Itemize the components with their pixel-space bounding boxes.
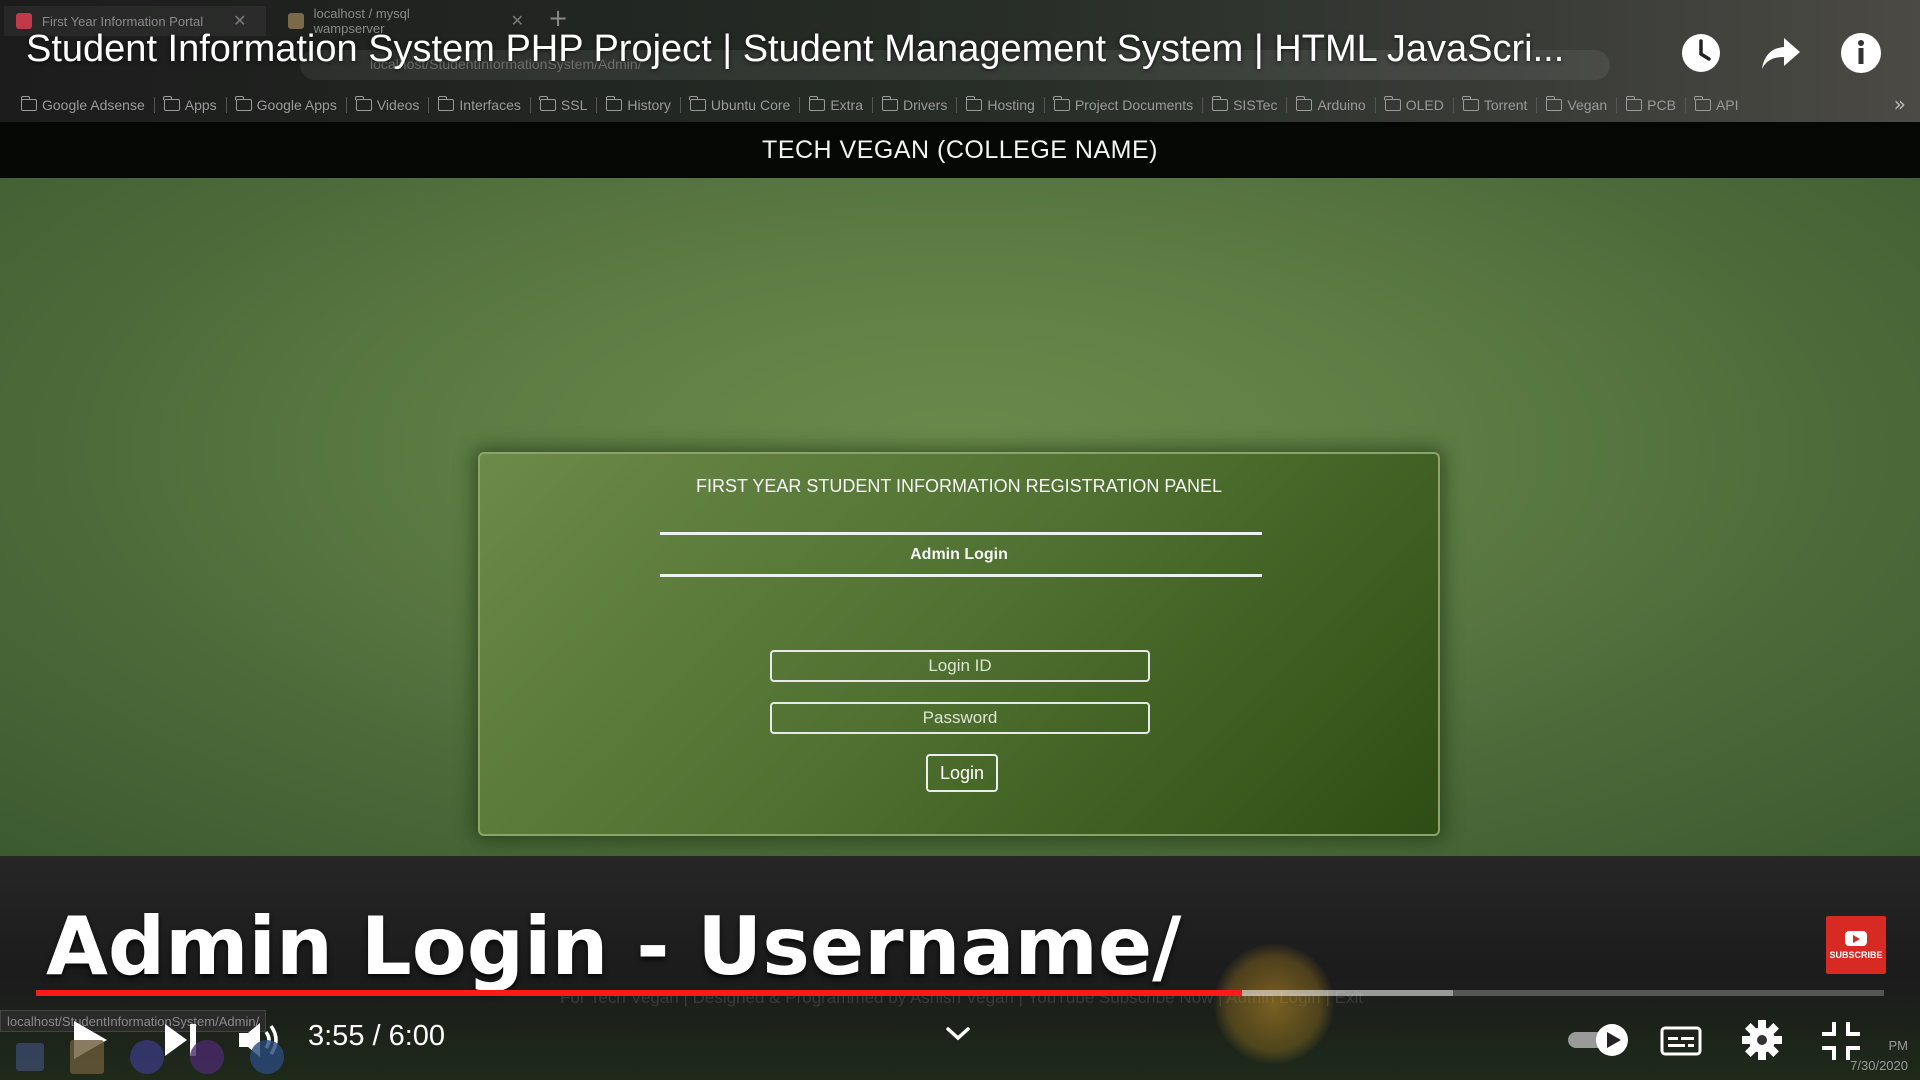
bookmark-label: Interfaces — [459, 97, 521, 113]
college-name: TECH VEGAN (COLLEGE NAME) — [762, 135, 1158, 164]
subtitles-icon[interactable] — [1660, 1026, 1702, 1056]
bookmark-label: Arduino — [1317, 97, 1366, 113]
bookmark-label: Drivers — [903, 97, 948, 113]
folder-icon — [1384, 96, 1401, 111]
tor-browser-icon — [190, 1040, 224, 1074]
bookmark-label: Hosting — [987, 97, 1035, 113]
folder-icon — [1211, 96, 1229, 111]
bookmark-item[interactable]: Vegan — [1537, 96, 1618, 113]
windows-start-icon — [16, 1043, 44, 1071]
bookmark-label: Google Adsense — [42, 97, 145, 113]
bookmark-label: History — [627, 97, 671, 113]
folder-icon — [437, 96, 455, 111]
panel-heading: FIRST YEAR STUDENT INFORMATION REGISTRAT… — [695, 476, 1223, 496]
folder-icon — [539, 96, 556, 111]
bookmark-label: OLED — [1405, 97, 1444, 113]
clock-time: PM — [1888, 1038, 1909, 1053]
bookmark-item[interactable]: Arduino — [1287, 96, 1376, 113]
share-icon[interactable] — [1758, 30, 1804, 76]
login-button[interactable]: Login — [926, 754, 998, 792]
bookmark-item[interactable]: Apps — [155, 96, 227, 113]
status-url: localhost/StudentInformationSystem/Admin… — [0, 1010, 267, 1032]
video-title[interactable]: Student Information System PHP Project |… — [26, 28, 1666, 80]
section-label: Admin Login — [910, 546, 1008, 563]
login-panel: FIRST YEAR STUDENT INFORMATION REGISTRAT… — [478, 452, 1440, 836]
bookmark-label: Project Documents — [1074, 97, 1194, 113]
progress-bar[interactable] — [36, 990, 1884, 996]
chevron-down-icon[interactable] — [944, 1024, 972, 1044]
bookmark-item[interactable]: History — [597, 96, 681, 113]
bookmark-label: Apps — [184, 97, 217, 113]
info-icon[interactable] — [1838, 30, 1884, 76]
bookmarks-overflow-icon[interactable]: » — [1894, 92, 1906, 116]
bookmark-item[interactable]: PCB — [1617, 96, 1686, 113]
subscribe-label: SUBSCRIBE — [1829, 949, 1883, 960]
tab-label: First Year Information Portal — [42, 13, 204, 29]
bookmark-item[interactable]: Drivers — [873, 96, 958, 113]
bookmark-item[interactable]: SISTec — [1203, 96, 1288, 113]
windows-taskbar — [0, 1034, 380, 1080]
autoplay-toggle[interactable] — [1566, 1022, 1630, 1058]
bookmark-label: SSL — [560, 97, 588, 113]
bookmark-item[interactable]: Hosting — [957, 96, 1045, 113]
bookmark-label: Google Apps — [256, 97, 337, 113]
bookmark-label: Vegan — [1567, 97, 1608, 113]
folder-icon — [605, 96, 623, 111]
folder-icon — [1295, 96, 1313, 111]
divider — [660, 532, 1262, 535]
bookmark-item[interactable]: API — [1686, 96, 1748, 113]
folder-icon — [1625, 96, 1643, 111]
bookmark-label: Extra — [830, 97, 863, 113]
video-caption: Admin Login - Username/ — [46, 900, 1182, 993]
bookmark-item[interactable]: Interfaces — [429, 96, 531, 113]
bookmark-item[interactable]: SSL — [531, 96, 598, 113]
password-input[interactable] — [770, 702, 1150, 734]
bookmark-label: Torrent — [1483, 97, 1528, 113]
bookmark-label: Ubuntu Core — [710, 97, 791, 113]
folder-icon — [163, 96, 180, 111]
bookmark-item[interactable]: Torrent — [1454, 96, 1538, 113]
folder-icon — [881, 96, 898, 111]
site-header: TECH VEGAN (COLLEGE NAME) — [0, 122, 1920, 178]
bookmark-item[interactable]: Google Apps — [227, 96, 347, 113]
bookmarks-bar: Google Adsense Apps Google Apps Videos Inter… — [0, 92, 1920, 118]
folder-icon — [1462, 96, 1479, 111]
firefox-icon — [130, 1040, 164, 1074]
bookmark-item[interactable]: Videos — [347, 96, 430, 113]
divider — [660, 574, 1262, 577]
folder-icon — [1694, 96, 1711, 111]
portal-favicon-icon — [16, 13, 32, 29]
login-id-input[interactable] — [770, 650, 1150, 682]
folder-icon — [20, 96, 37, 111]
bookmark-label: PCB — [1647, 97, 1676, 113]
bookmark-item[interactable]: Google Adsense — [12, 96, 155, 113]
cursor-highlight — [1214, 944, 1334, 1064]
folder-icon — [235, 96, 252, 111]
folder-icon — [965, 96, 983, 111]
folder-icon — [1053, 96, 1070, 111]
subscribe-button[interactable]: SUBSCRIBE — [1826, 916, 1886, 974]
folder-icon — [355, 96, 372, 111]
bookmark-item[interactable]: Extra — [800, 96, 873, 113]
gear-icon[interactable] — [1740, 1018, 1784, 1062]
bookmark-item[interactable]: Project Documents — [1045, 96, 1204, 113]
folder-icon — [808, 96, 826, 111]
folder-icon — [1545, 96, 1563, 111]
progress-played — [36, 990, 1243, 996]
clock-date: 7/30/2020 — [1850, 1058, 1908, 1073]
folder-icon — [689, 96, 706, 111]
bookmark-label: Videos — [376, 97, 420, 113]
phpmyadmin-favicon-icon — [288, 13, 304, 29]
watch-later-icon[interactable] — [1678, 30, 1724, 76]
bookmark-label: SISTec — [1233, 97, 1278, 113]
bookmark-item[interactable]: OLED — [1376, 96, 1454, 113]
bookmark-item[interactable]: Ubuntu Core — [681, 96, 801, 113]
bookmark-label: API — [1715, 97, 1739, 113]
youtube-logo-icon — [1845, 930, 1867, 946]
tray-clock: PM 7/30/2020 — [1850, 1036, 1908, 1076]
page-body: FIRST YEAR STUDENT INFORMATION REGISTRAT… — [0, 178, 1920, 856]
app-icon — [250, 1040, 284, 1074]
file-explorer-icon — [70, 1040, 104, 1074]
